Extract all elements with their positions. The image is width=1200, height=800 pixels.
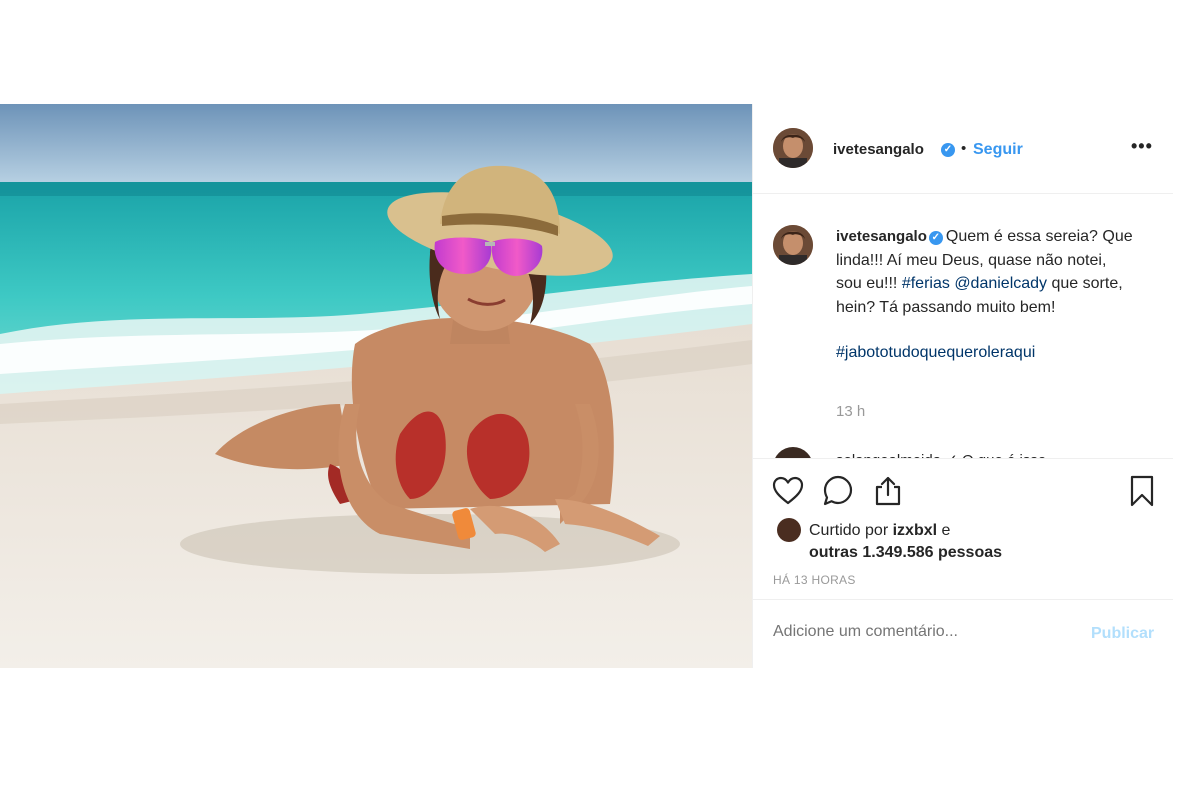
avatar-image	[773, 128, 813, 168]
heart-icon[interactable]	[771, 474, 805, 508]
liker-username[interactable]: izxbxl	[893, 522, 937, 539]
post-header: ivetesangalo ✓ • Seguir •••	[753, 104, 1173, 194]
comment-bubble-icon[interactable]	[821, 474, 855, 508]
post-timestamp[interactable]: HÁ 13 HORAS	[773, 573, 856, 587]
commenter-avatar[interactable]	[773, 447, 813, 458]
verified-badge-icon: ✓	[941, 143, 955, 157]
post-caption: ivetesangalo ✓ Quem é essa sereia? Que lin…	[836, 225, 1136, 365]
comment-text: solangealmeida ✓ O que é isso	[836, 451, 1046, 458]
caption-author-avatar[interactable]	[773, 225, 813, 265]
mention-link[interactable]: @danielcady	[954, 275, 1047, 292]
comment-item: solangealmeida ✓ O que é isso	[773, 447, 1153, 458]
hashtag-link[interactable]: #jabototudoquequeroleraqui	[836, 344, 1035, 361]
author-avatar[interactable]	[773, 128, 813, 168]
separator-dot: •	[961, 140, 967, 157]
bookmark-icon[interactable]	[1125, 474, 1159, 508]
share-icon[interactable]	[871, 474, 905, 508]
publish-button[interactable]: Publicar	[1091, 625, 1154, 643]
verified-badge-icon: ✓	[928, 231, 943, 245]
caption-username[interactable]: ivetesangalo	[836, 228, 927, 245]
follow-button[interactable]: Seguir	[973, 141, 1023, 159]
add-comment-bar: Publicar	[753, 601, 1173, 668]
likes-others[interactable]: outras 1.349.586 pessoas	[809, 544, 1002, 561]
beach-photo-illustration	[0, 104, 752, 668]
comment-input[interactable]	[773, 623, 1073, 641]
liker-avatar[interactable]	[777, 518, 801, 542]
comments-section[interactable]: ivetesangalo ✓ Quem é essa sereia? Que lin…	[753, 195, 1173, 459]
avatar-image	[773, 225, 813, 265]
post-side-panel: ivetesangalo ✓ • Seguir ••• ivetesangalo…	[752, 104, 1173, 668]
instagram-post: ivetesangalo ✓ • Seguir ••• ivetesangalo…	[0, 104, 1173, 668]
author-username[interactable]: ivetesangalo	[833, 141, 924, 158]
hashtag-link[interactable]: #ferias	[902, 275, 950, 292]
post-photo[interactable]	[0, 104, 752, 668]
more-dots-icon[interactable]: •••	[1131, 136, 1153, 157]
likes-prefix: Curtido por	[809, 522, 893, 539]
post-actions: Curtido por izxbxl e outras 1.349.586 pe…	[753, 460, 1173, 600]
likes-summary[interactable]: Curtido por izxbxl e outras 1.349.586 pe…	[809, 520, 1109, 564]
caption-time: 13 h	[836, 403, 866, 420]
likes-joiner: e	[937, 522, 951, 539]
